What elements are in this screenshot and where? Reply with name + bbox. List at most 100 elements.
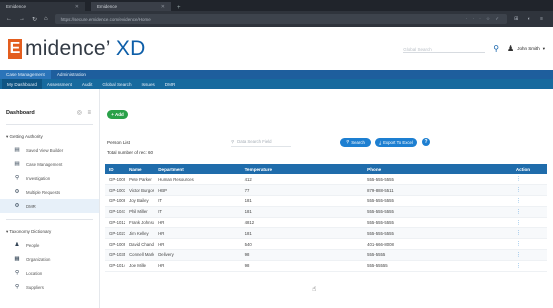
url-field[interactable]: https://secure.emidence.com/evidence/Hom… — [54, 14, 508, 24]
cell-id: GP-1003 — [105, 184, 126, 197]
cell-action[interactable]: ⋮ — [511, 249, 547, 261]
sidebar-item-label: Location — [26, 270, 43, 276]
table-row[interactable]: GP-1023 Jim Kelley HR 181 555-555-5555 ⋮ — [105, 227, 547, 240]
export-excel-button[interactable]: ⤓ Export To Excel — [375, 137, 417, 147]
cell-action[interactable]: ⋮ — [511, 174, 547, 186]
column-header-phone[interactable]: Phone — [363, 164, 512, 174]
cell-name: Joy Bailey — [125, 195, 155, 207]
cell-department: HR — [154, 238, 241, 251]
table-row[interactable]: GP-1014 Joe Mille HR 98 555-55555 ⋮ — [105, 260, 547, 272]
sidebar-item-people[interactable]: ♟ People — [0, 238, 99, 252]
column-header-department[interactable]: Department — [154, 164, 241, 174]
tab-global-search[interactable]: Global Search — [97, 79, 136, 89]
app-header: E midence’ XD Global Search ⚲ ♟ John Smi… — [0, 27, 553, 70]
tab-audit[interactable]: Audit — [77, 79, 97, 89]
list-icon: ▤ — [14, 161, 20, 167]
column-header-id[interactable]: ID — [105, 164, 126, 174]
sidebar-group-taxonomy[interactable]: ▾ Taxonomy Dictionary — [0, 226, 99, 238]
cell-id: GP-1014 — [105, 260, 126, 272]
app-logo[interactable]: E midence’ XD — [8, 37, 145, 61]
cell-temperature: 181 — [240, 227, 364, 240]
reload-icon[interactable]: ↻ — [32, 16, 37, 23]
tab-dmr[interactable]: DMR — [160, 79, 180, 89]
forward-icon[interactable]: → — [19, 16, 25, 22]
table-header: ID Name Department Temperature Phone Act… — [105, 164, 547, 174]
browser-tools-icons[interactable]: ⊞ ◐ ≡ — [514, 16, 547, 22]
cell-name: Joe Mille — [125, 260, 155, 272]
cell-action[interactable]: ⋮ — [511, 184, 547, 197]
person-icon: ♟ — [14, 242, 20, 248]
sidebar-item-case-management[interactable]: ▤ Case Management — [0, 157, 99, 171]
cell-temperature: 98 — [240, 260, 364, 272]
avatar: ♟ — [507, 44, 515, 53]
cell-action[interactable]: ⋮ — [511, 217, 547, 229]
location-icon: ⚲ — [14, 284, 20, 290]
gear-icon: ⚙ — [14, 203, 20, 209]
nav-case-management[interactable]: Case Management — [0, 70, 51, 79]
add-button[interactable]: + Add — [107, 110, 128, 119]
search-icon: ⚲ — [14, 175, 20, 181]
tab-assessment[interactable]: Assessment — [42, 79, 77, 89]
browser-tab[interactable]: Emidence ✕ — [0, 2, 85, 11]
search-icon: ⚲ — [346, 139, 350, 144]
table-row[interactable]: GP-1012Frank JohnsonHR4812555-555-5555⋮ — [105, 217, 547, 229]
tab-issues[interactable]: Issues — [137, 79, 160, 89]
help-icon[interactable]: ? — [422, 138, 430, 146]
cell-department: HR — [154, 260, 241, 272]
tab-my-dashboard[interactable]: My Dashboard — [2, 79, 42, 89]
search-icon[interactable]: ⚲ — [493, 44, 499, 53]
table-row[interactable]: GP-1008 Joy Bailey IT 181 555-555-5555 ⋮ — [105, 195, 547, 207]
browser-tab-label: Emidence — [6, 4, 27, 9]
table-row[interactable]: GP-1035 Connell Marks Delivery 98 555-5555 ⋮ — [105, 249, 547, 261]
cell-action[interactable]: ⋮ — [511, 227, 547, 240]
sidebar-item-label: Organization — [26, 256, 51, 262]
data-search-input[interactable]: ⚲ Data Search Field — [231, 138, 291, 147]
cell-phone: 555-5555 — [363, 249, 512, 261]
sidebar-item-organization[interactable]: ▦ Organization — [0, 252, 99, 266]
browser-tab-label: Emidence — [97, 4, 118, 9]
search-button[interactable]: ⚲ Search — [340, 137, 371, 147]
table-row[interactable]: GP-1047 Phil Miller IT 181 555-555-5555 ⋮ — [105, 206, 547, 218]
sidebar-item-suppliers[interactable]: ⚲ Suppliers — [0, 280, 99, 294]
table-row[interactable]: GP-1009 Pete Parker Human Resources 412 555-… — [105, 174, 547, 186]
cell-department: IT — [154, 206, 241, 218]
back-icon[interactable]: ← — [6, 16, 12, 22]
url-text: https://secure.emidence.com/evidence/Hom… — [60, 16, 151, 22]
sidebar-item-location[interactable]: ⚲ Location — [0, 266, 99, 280]
nav-administration[interactable]: Administration — [51, 70, 92, 79]
search-icon: ⚲ — [231, 138, 235, 144]
divider — [6, 124, 93, 125]
sidebar-item-dmr[interactable]: ⚙ DMR — [0, 199, 99, 213]
sidebar-item-saved-view-builder[interactable]: ▤ Saved View Builder — [0, 143, 99, 157]
global-search-placeholder: Global Search — [403, 47, 432, 52]
column-header-name[interactable]: Name — [125, 164, 155, 174]
sidebar-controls-icon[interactable]: ◎ ≡ — [77, 109, 93, 116]
column-header-temperature[interactable]: Temperature — [240, 164, 364, 174]
user-menu[interactable]: ♟ John Smith ▾ — [507, 44, 545, 53]
cell-action[interactable]: ⋮ — [511, 260, 547, 272]
cell-action[interactable]: ⋮ — [511, 206, 547, 218]
cell-phone: 555-555-5555 — [363, 174, 512, 186]
cell-temperature: 181 — [240, 206, 364, 218]
browser-tab-active[interactable]: Emidence ✕ — [91, 2, 171, 11]
cell-id: GP-1035 — [105, 249, 126, 261]
sidebar-group-getting-authority[interactable]: ▾ Getting Authority — [0, 131, 99, 143]
table-row[interactable]: GP-1009David ChandarnoldHR540401-666-800… — [105, 238, 547, 251]
home-icon[interactable]: ⌂ — [44, 16, 48, 22]
sidebar-item-investigation[interactable]: ⚲ Investigation — [0, 171, 99, 185]
close-icon[interactable]: ✕ — [75, 4, 79, 10]
header-right: Global Search ⚲ ♟ John Smith ▾ — [403, 44, 545, 53]
cell-id: GP-1009 — [105, 238, 126, 251]
cell-action[interactable]: ⋮ — [511, 195, 547, 207]
cell-id: GP-1047 — [105, 206, 126, 218]
table-row[interactable]: GP-1003 Victor Burgos HBP 77 879-888-5511 ⋮ — [105, 184, 547, 197]
cell-id: GP-1009 — [105, 174, 126, 186]
search-button-label: Search — [351, 139, 365, 145]
cell-id: GP-1023 — [105, 227, 126, 240]
sidebar-item-multiple-requests[interactable]: ⚙ Multiple Requests — [0, 185, 99, 199]
close-icon[interactable]: ✕ — [161, 4, 165, 10]
user-name: John Smith — [517, 46, 540, 51]
cell-action[interactable]: ⋮ — [511, 238, 547, 251]
sidebar-item-label: Saved View Builder — [26, 147, 64, 153]
global-search-input[interactable]: Global Search — [403, 44, 486, 53]
